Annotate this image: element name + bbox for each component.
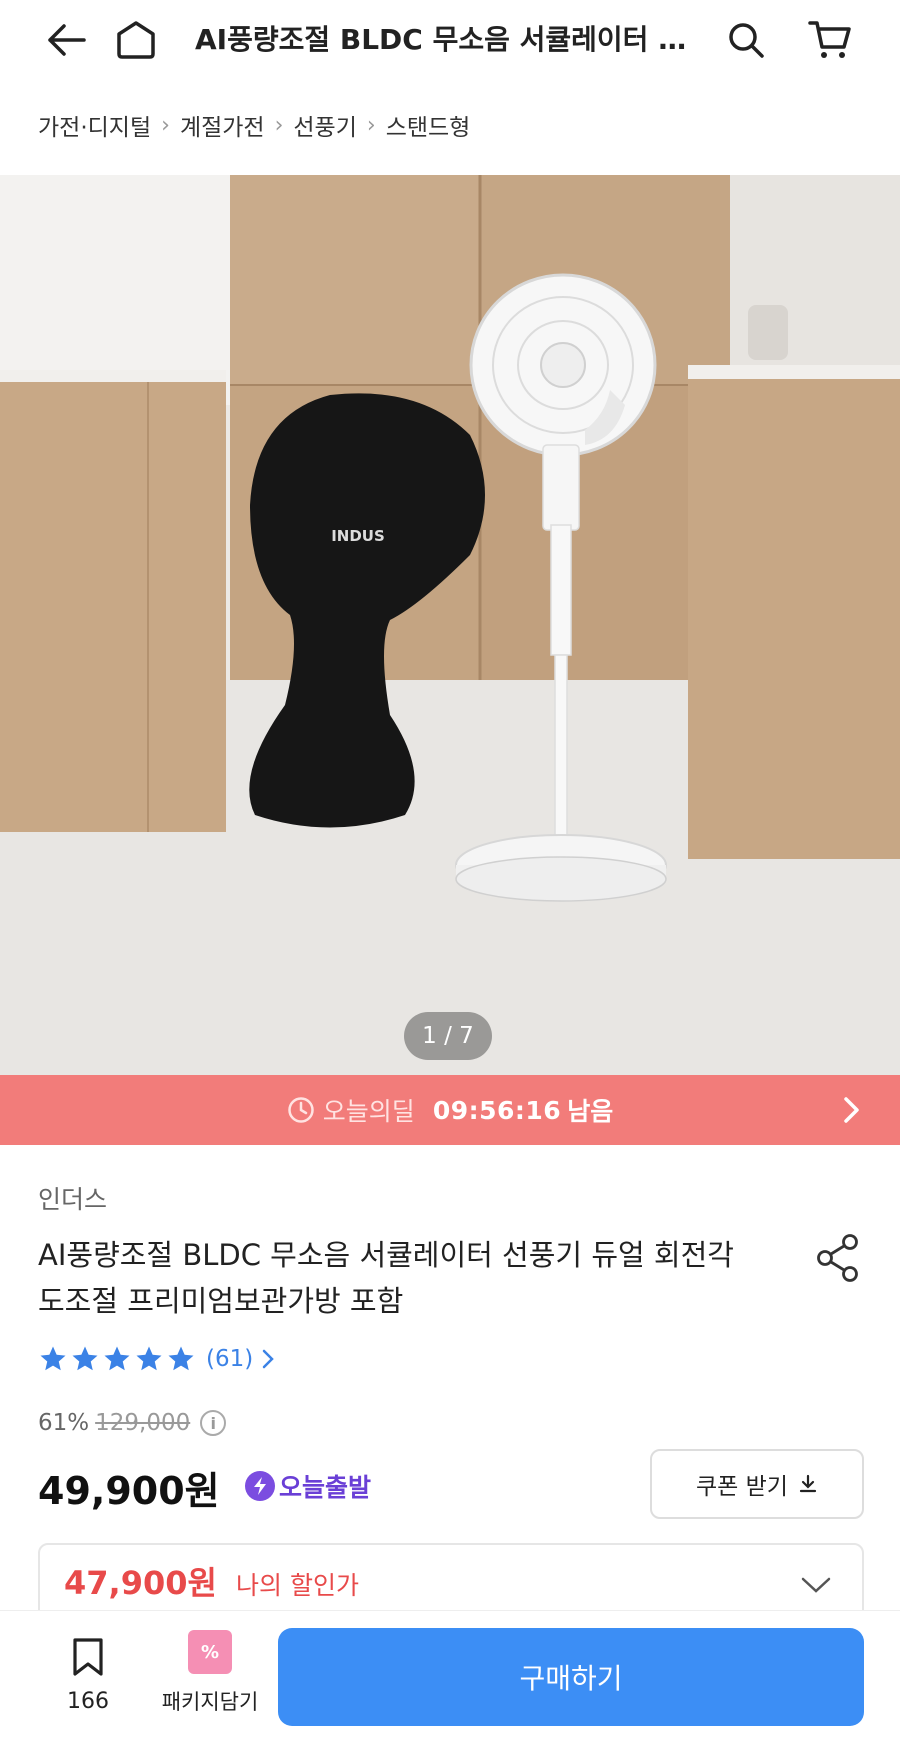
star-icon — [72, 1346, 98, 1371]
package-add-button[interactable]: % 패키지담기 — [150, 1630, 270, 1716]
back-button[interactable] — [38, 12, 94, 68]
star-icon — [136, 1346, 162, 1371]
original-price: 129,000 — [95, 1410, 191, 1436]
cover-logo: INDUS — [331, 527, 385, 545]
chevron-right-icon: › — [366, 112, 376, 138]
sale-price: 49,900원 — [38, 1469, 220, 1513]
cart-icon — [808, 21, 851, 58]
star-icon — [40, 1346, 66, 1371]
rating[interactable]: (61) — [38, 1344, 275, 1374]
my-discount-price: 47,900원 — [64, 1564, 217, 1602]
home-button[interactable] — [108, 12, 164, 68]
search-button[interactable] — [718, 12, 774, 68]
bookmark-count: 166 — [67, 1689, 109, 1714]
package-icon: % — [188, 1630, 232, 1674]
clock-icon — [288, 1097, 314, 1123]
breadcrumb-item[interactable]: 스탠드형 — [386, 108, 471, 142]
star-icon — [168, 1346, 194, 1371]
lightning-icon — [245, 1471, 275, 1501]
top-app-bar: AI풍량조절 BLDC 무소음 서큘레이터 선풍기 듀얼 회전각도조절 프리미엄… — [0, 0, 900, 80]
breadcrumb-item[interactable]: 선풍기 — [293, 108, 356, 142]
chevron-down-icon[interactable] — [800, 1575, 832, 1595]
product-photo: INDUS — [0, 175, 900, 1075]
cart-button[interactable] — [802, 12, 858, 68]
discount-info: 61% 129,000 i — [38, 1410, 227, 1436]
buy-button[interactable]: 구매하기 — [278, 1628, 864, 1726]
package-label: 패키지담기 — [161, 1690, 259, 1714]
brand-name[interactable]: 인더스 — [38, 1180, 107, 1216]
chevron-right-icon: › — [161, 112, 170, 138]
arrow-left-icon — [48, 24, 86, 56]
coupon-button[interactable]: 쿠폰 받기 — [650, 1449, 864, 1519]
delivery-badge: 오늘출발 — [245, 1468, 371, 1504]
home-icon — [117, 21, 155, 59]
info-icon[interactable]: i — [200, 1410, 227, 1436]
my-discount-label: 나의 할인가 — [236, 1571, 359, 1600]
breadcrumb-item[interactable]: 계절가전 — [180, 108, 265, 142]
discount-rate: 61% — [38, 1410, 90, 1436]
deal-label: 오늘의딜 — [322, 1097, 415, 1126]
coupon-label: 쿠폰 받기 — [696, 1474, 788, 1500]
deal-content: 오늘의딜 09:56:16 남음 — [287, 1092, 613, 1128]
image-counter: 1 / 7 — [404, 1012, 492, 1060]
delivery-badge-label: 오늘출발 — [279, 1473, 372, 1502]
share-icon — [817, 1234, 858, 1282]
todays-deal-banner[interactable]: 오늘의딜 09:56:16 남음 — [0, 1075, 900, 1145]
page-title: AI풍량조절 BLDC 무소음 서큘레이터 선풍기 듀얼 회전각도조절 프리미엄… — [195, 23, 705, 56]
search-icon — [729, 23, 764, 58]
product-image[interactable]: INDUS — [0, 175, 900, 1075]
review-count[interactable]: (61) — [206, 1346, 253, 1372]
chevron-right-icon — [844, 1097, 859, 1123]
product-title: AI풍량조절 BLDC 무소음 서큘레이터 선풍기 듀얼 회전각도조절 프리미엄… — [38, 1238, 734, 1318]
star-icon — [104, 1346, 130, 1371]
share-button[interactable] — [810, 1230, 866, 1286]
bookmark-icon — [73, 1638, 103, 1676]
deal-countdown: 09:56:16 — [432, 1095, 562, 1125]
deal-suffix: 남음 — [567, 1097, 614, 1126]
breadcrumb-item[interactable]: 가전·디지털 — [38, 108, 151, 142]
breadcrumb: 가전·디지털 › 계절가전 › 선풍기 › 스탠드형 — [38, 108, 470, 142]
chevron-right-icon: › — [274, 112, 284, 138]
chevron-right-icon — [262, 1349, 274, 1369]
bookmark-button[interactable]: 166 — [58, 1637, 118, 1714]
download-icon — [799, 1474, 817, 1493]
